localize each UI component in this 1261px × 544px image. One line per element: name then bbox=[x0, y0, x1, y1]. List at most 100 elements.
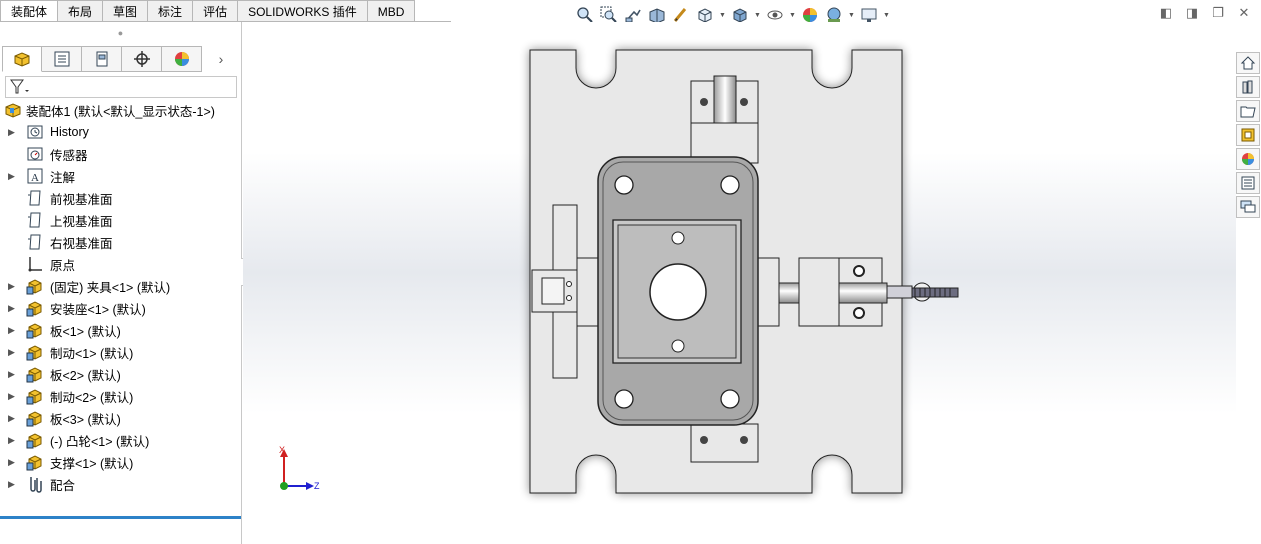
tree-item[interactable]: ▶ 制动<1> (默认) bbox=[0, 341, 241, 363]
expand-arrow-icon[interactable]: ▶ bbox=[8, 473, 16, 495]
tree-item[interactable]: 右视基准面 bbox=[0, 231, 241, 253]
tree-item-label: 制动<2> (默认) bbox=[50, 390, 134, 405]
coordinate-triad: X Z bbox=[270, 445, 330, 495]
tree-item-label: History bbox=[50, 125, 89, 139]
tree-item[interactable]: ▶ History bbox=[0, 121, 241, 143]
plane-icon bbox=[26, 233, 44, 251]
tab-3[interactable]: 标注 bbox=[148, 0, 194, 22]
feature-manager-tabs: › bbox=[2, 46, 240, 72]
view-palette-icon[interactable] bbox=[1236, 124, 1260, 146]
configuration-manager-icon[interactable] bbox=[82, 46, 122, 72]
expand-arrow-icon[interactable]: ▶ bbox=[8, 121, 16, 143]
property-manager-icon[interactable] bbox=[42, 46, 82, 72]
maximize-icon[interactable]: ❐ bbox=[1209, 4, 1227, 22]
mounting-seat bbox=[597, 156, 759, 426]
tab-5[interactable]: SOLIDWORKS 插件 bbox=[238, 0, 368, 22]
expand-arrow-icon[interactable]: ▶ bbox=[8, 385, 16, 407]
close-icon[interactable]: ✕ bbox=[1235, 4, 1253, 22]
svg-text:A: A bbox=[31, 172, 39, 184]
expand-arrow-icon[interactable]: ▶ bbox=[8, 451, 16, 473]
feature-manager-icon[interactable] bbox=[2, 46, 42, 72]
assembly-model[interactable] bbox=[243, 22, 1236, 544]
tab-0[interactable]: 装配体 bbox=[0, 0, 59, 22]
part-icon bbox=[26, 321, 44, 339]
tab-2[interactable]: 草图 bbox=[103, 0, 149, 22]
expand-arrow-icon[interactable]: ▶ bbox=[8, 319, 16, 341]
tree-item[interactable]: ▶ A 注解 bbox=[0, 165, 241, 187]
restore-right-icon[interactable]: ◨ bbox=[1183, 4, 1201, 22]
part-icon bbox=[26, 387, 44, 405]
tree-item[interactable]: ▶ 安装座<1> (默认) bbox=[0, 297, 241, 319]
tab-4[interactable]: 评估 bbox=[193, 0, 239, 22]
graphics-area[interactable] bbox=[243, 22, 1236, 544]
panel-grip[interactable]: ● bbox=[0, 22, 241, 44]
part-icon bbox=[26, 409, 44, 427]
tree-item[interactable]: ▶ 板<1> (默认) bbox=[0, 319, 241, 341]
part-icon bbox=[26, 453, 44, 471]
tree-item[interactable]: 前视基准面 bbox=[0, 187, 241, 209]
history-icon bbox=[26, 123, 44, 141]
tree-item[interactable]: ▶ (固定) 夹具<1> (默认) bbox=[0, 275, 241, 297]
window-controls: ◧ ◨ ❐ ✕ bbox=[1157, 4, 1253, 22]
annotation-icon: A bbox=[26, 167, 44, 185]
home-icon[interactable] bbox=[1236, 52, 1260, 74]
filter-icon[interactable] bbox=[9, 78, 31, 96]
tree-filter[interactable] bbox=[5, 76, 237, 98]
tree-root-assembly[interactable]: 装配体1 (默认<默认_显示状态-1>) bbox=[0, 99, 241, 121]
tree-item-label: 前视基准面 bbox=[50, 192, 113, 207]
mates-icon bbox=[26, 475, 44, 493]
expand-arrow-icon[interactable]: ▶ bbox=[8, 429, 16, 451]
tree-item-label: 传感器 bbox=[50, 148, 88, 163]
tree-item[interactable]: ▶ 配合 bbox=[0, 473, 241, 495]
triad-z-label: Z bbox=[314, 481, 320, 491]
part-icon bbox=[26, 343, 44, 361]
tree-item-label: 板<3> (默认) bbox=[50, 412, 121, 427]
tree-item[interactable]: 原点 bbox=[0, 253, 241, 275]
display-manager-icon[interactable] bbox=[162, 46, 202, 72]
tree-item[interactable]: 上视基准面 bbox=[0, 209, 241, 231]
forum-icon[interactable] bbox=[1236, 196, 1260, 218]
appearances-icon[interactable] bbox=[1236, 148, 1260, 170]
file-explorer-icon[interactable] bbox=[1236, 100, 1260, 122]
expand-arrow-icon[interactable]: ▶ bbox=[8, 297, 16, 319]
plane-icon bbox=[26, 189, 44, 207]
tree-item[interactable]: ▶ 板<2> (默认) bbox=[0, 363, 241, 385]
triad-x-label: X bbox=[279, 445, 285, 455]
part-icon bbox=[26, 277, 44, 295]
tree-item[interactable]: ▶ 制动<2> (默认) bbox=[0, 385, 241, 407]
more-tabs-chevron-icon[interactable]: › bbox=[202, 46, 240, 72]
panel-splitter[interactable] bbox=[0, 516, 241, 519]
tree-item[interactable]: ▶ (-) 凸轮<1> (默认) bbox=[0, 429, 241, 451]
expand-arrow-icon[interactable]: ▶ bbox=[8, 341, 16, 363]
tree-item[interactable]: ▶ 板<3> (默认) bbox=[0, 407, 241, 429]
plane-icon bbox=[26, 211, 44, 229]
tree-item[interactable]: ▶ 支撑<1> (默认) bbox=[0, 451, 241, 473]
part-icon bbox=[26, 431, 44, 449]
bottom-support-block bbox=[690, 423, 759, 463]
expand-arrow-icon[interactable]: ▶ bbox=[8, 407, 16, 429]
restore-left-icon[interactable]: ◧ bbox=[1157, 4, 1175, 22]
task-pane bbox=[1236, 22, 1261, 544]
dimxpert-icon[interactable] bbox=[122, 46, 162, 72]
expand-arrow-icon[interactable]: ▶ bbox=[8, 275, 16, 297]
tree-item-label: (固定) 夹具<1> (默认) bbox=[50, 280, 171, 295]
assembly-icon bbox=[4, 101, 22, 119]
top-support-block bbox=[690, 75, 759, 164]
sensor-icon bbox=[26, 145, 44, 163]
design-library-icon[interactable] bbox=[1236, 76, 1260, 98]
tree-item-label: 右视基准面 bbox=[50, 236, 113, 251]
expand-arrow-icon[interactable]: ▶ bbox=[8, 165, 16, 187]
task-pane-tabs bbox=[1236, 52, 1261, 218]
tree-item-label: 原点 bbox=[50, 258, 76, 273]
command-tabs: 装配体 布局 草图 标注 评估 SOLIDWORKS 插件 MBD bbox=[0, 0, 416, 22]
custom-properties-icon[interactable] bbox=[1236, 172, 1260, 194]
tree-item[interactable]: 传感器 bbox=[0, 143, 241, 165]
tree-item-label: 制动<1> (默认) bbox=[50, 346, 134, 361]
origin-icon bbox=[26, 255, 44, 273]
expand-arrow-icon[interactable]: ▶ bbox=[8, 363, 16, 385]
feature-manager-panel: ● › 装配体1 (默认<默认_显示状态-1>) ▶ History 传感器 ▶ A 注解前… bbox=[0, 22, 242, 544]
tree-item-label: 注解 bbox=[50, 170, 76, 185]
tab-1[interactable]: 布局 bbox=[58, 0, 104, 22]
tab-6[interactable]: MBD bbox=[367, 0, 416, 22]
tree-item-label: 板<1> (默认) bbox=[50, 324, 121, 339]
